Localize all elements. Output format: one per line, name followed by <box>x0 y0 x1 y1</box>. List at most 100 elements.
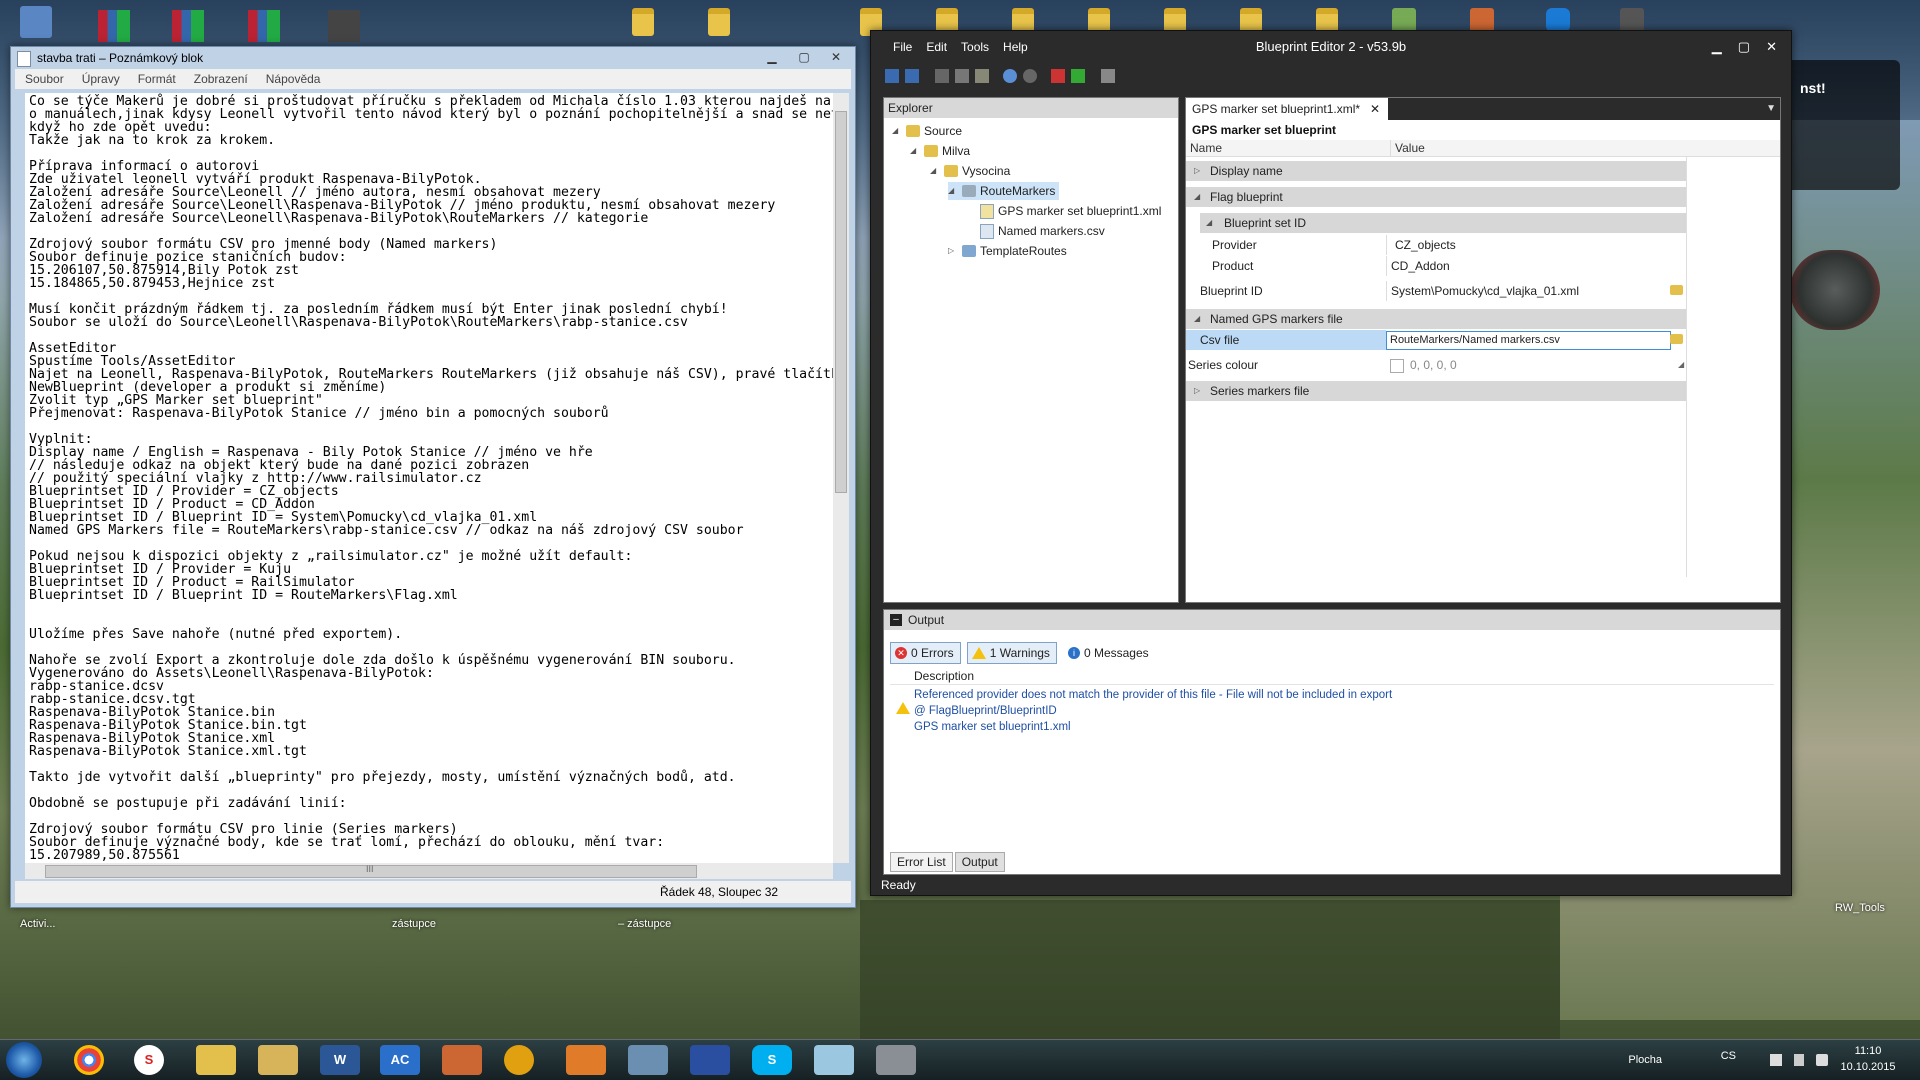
desktop-label-activi[interactable]: Activi... <box>20 918 55 930</box>
prop-flag-blueprint[interactable]: ◢ Flag blueprint <box>1186 187 1686 207</box>
expand-icon[interactable]: ◢ <box>1194 187 1204 207</box>
menu-napoveda[interactable]: Nápověda <box>266 69 321 89</box>
desktop-label-rwtools[interactable]: RW_Tools <box>1835 902 1885 914</box>
collapse-icon[interactable]: – <box>890 614 902 626</box>
expand-icon[interactable]: ◢ <box>948 182 958 200</box>
error-file[interactable]: GPS marker set blueprint1.xml <box>914 721 1071 733</box>
desktop-label-zastupce[interactable]: zástupce <box>392 918 436 930</box>
collapse-icon[interactable]: ▷ <box>1194 381 1204 401</box>
cs-icon[interactable] <box>504 1045 534 1075</box>
settings-icon[interactable] <box>876 1045 916 1075</box>
menu-soubor[interactable]: Soubor <box>25 69 64 89</box>
menu-format[interactable]: Formát <box>138 69 176 89</box>
tree-item-templateroutes[interactable]: ▷ TemplateRoutes <box>948 242 1067 260</box>
export-icon[interactable] <box>1051 69 1065 83</box>
vertical-scrollbar[interactable] <box>833 93 849 863</box>
prop-series-colour[interactable]: Series colour 0, 0, 0, 0 ◢ <box>1186 355 1686 375</box>
tree-item-named-markers[interactable]: Named markers.csv <box>980 222 1105 240</box>
prop-named-gps-markers-file[interactable]: ◢ Named GPS markers file <box>1186 309 1686 329</box>
dropdown-icon[interactable]: ◢ <box>1678 355 1684 375</box>
maximize-button[interactable]: ▢ <box>793 49 815 65</box>
redo-icon[interactable] <box>1023 69 1037 83</box>
blueprint-editor-titlebar[interactable]: File Edit Tools Help Blueprint Editor 2 … <box>871 31 1791 63</box>
close-button[interactable]: ✕ <box>825 49 847 65</box>
browse-folder-icon[interactable] <box>1670 285 1683 295</box>
rw-icon[interactable] <box>442 1045 482 1075</box>
network-icon[interactable] <box>1770 1054 1782 1066</box>
prop-product[interactable]: Product CD_Addon <box>1200 256 1686 276</box>
save-all-icon[interactable] <box>905 69 919 83</box>
plocha-label[interactable]: Plocha <box>1628 1054 1662 1066</box>
tool-icon[interactable] <box>1620 8 1644 32</box>
maximize-button[interactable]: ▢ <box>1738 31 1750 63</box>
prop-blueprint-id[interactable]: Blueprint ID System\Pomucky\cd_vlajka_01… <box>1186 281 1686 301</box>
csv-file-input[interactable]: RouteMarkers/Named markers.csv <box>1386 331 1671 350</box>
errors-filter-button[interactable]: ✕ 0 Errors <box>890 642 961 664</box>
prop-display-name[interactable]: ▷ Display name <box>1186 161 1686 181</box>
expand-icon[interactable]: ◢ <box>1194 309 1204 329</box>
prop-value[interactable]: CZ_objects <box>1386 235 1686 255</box>
tab-dropdown-icon[interactable]: ▼ <box>1766 98 1776 120</box>
clock-time[interactable]: 11:10 <box>1838 1045 1898 1057</box>
undo-icon[interactable] <box>1003 69 1017 83</box>
chrome-icon[interactable] <box>74 1045 104 1075</box>
notepad-window[interactable]: stavba trati – Poznámkový blok ▁ ▢ ✕ Sou… <box>10 46 856 908</box>
prop-blueprint-set-id[interactable]: ◢ Blueprint set ID <box>1200 213 1686 233</box>
tree-item-vysocina[interactable]: ◢ Vysocina <box>930 162 1010 180</box>
collapse-icon[interactable]: ▷ <box>1194 161 1204 181</box>
expand-icon[interactable]: ◢ <box>1206 213 1216 233</box>
prop-value[interactable]: 0, 0, 0, 0 <box>1406 355 1686 375</box>
skype-icon[interactable]: S <box>752 1045 792 1075</box>
blueprint-editor-window[interactable]: File Edit Tools Help Blueprint Editor 2 … <box>870 30 1792 896</box>
notepad-text-area[interactable]: Co se týče Makerů je dobré si proštudova… <box>25 93 833 863</box>
archive-icon[interactable] <box>248 10 280 42</box>
minimize-button[interactable]: ▁ <box>761 49 783 65</box>
expand-icon[interactable]: ◢ <box>892 122 902 140</box>
close-tab-icon[interactable]: ✕ <box>1370 98 1380 120</box>
stop-icon[interactable] <box>1101 69 1115 83</box>
horizontal-scroll-thumb[interactable]: III <box>45 864 697 878</box>
media-icon[interactable] <box>566 1045 606 1075</box>
explorer-icon[interactable] <box>258 1045 298 1075</box>
archive-icon[interactable] <box>172 10 204 42</box>
collapse-icon[interactable]: ▷ <box>948 242 958 260</box>
train-sim-icon[interactable] <box>1392 8 1416 32</box>
tab-output[interactable]: Output <box>954 852 1005 872</box>
copy-icon[interactable] <box>955 69 969 83</box>
warnings-filter-button[interactable]: 1 Warnings <box>966 642 1057 664</box>
prop-series-markers-file[interactable]: ▷ Series markers file <box>1186 381 1686 401</box>
cut-icon[interactable] <box>935 69 949 83</box>
browse-folder-icon[interactable] <box>1670 334 1683 344</box>
teamviewer-icon[interactable] <box>1546 8 1570 32</box>
paste-icon[interactable] <box>975 69 989 83</box>
menu-zobrazeni[interactable]: Zobrazení <box>194 69 248 89</box>
notepad-titlebar[interactable]: stavba trati – Poznámkový blok ▁ ▢ ✕ <box>11 47 855 69</box>
document-tab[interactable]: GPS marker set blueprint1.xml* ✕ <box>1186 98 1389 120</box>
archive-icon[interactable] <box>98 10 130 42</box>
error-message[interactable]: Referenced provider does not match the p… <box>914 689 1392 701</box>
prop-provider[interactable]: Provider CZ_objects <box>1200 235 1686 255</box>
clock-date[interactable]: 10.10.2015 <box>1838 1061 1898 1073</box>
flag-icon[interactable] <box>1794 1054 1804 1066</box>
word-icon[interactable]: W <box>320 1045 360 1075</box>
tree-item-gps-blueprint[interactable]: GPS marker set blueprint1.xml <box>980 202 1161 220</box>
expand-icon[interactable]: ◢ <box>910 142 920 160</box>
tree-item-source[interactable]: ◢ Source <box>892 122 962 140</box>
prop-value[interactable]: System\Pomucky\cd_vlajka_01.xml <box>1386 281 1686 301</box>
book-icon[interactable] <box>1470 8 1494 32</box>
ac-icon[interactable]: AC <box>380 1045 420 1075</box>
tab-error-list[interactable]: Error List <box>890 852 953 872</box>
start-button[interactable] <box>6 1042 42 1078</box>
tool-icon[interactable] <box>628 1045 668 1075</box>
tree-item-routemarkers[interactable]: ◢ RouteMarkers <box>948 182 1060 200</box>
run-icon[interactable] <box>1071 69 1085 83</box>
horizontal-scrollbar[interactable]: III <box>25 863 833 879</box>
folder-icon[interactable] <box>196 1045 236 1075</box>
save-icon[interactable] <box>690 1045 730 1075</box>
desktop-label-zastupce-2[interactable]: – zástupce <box>618 918 671 930</box>
save-icon[interactable] <box>885 69 899 83</box>
s-icon[interactable]: S <box>134 1045 164 1075</box>
computer-icon[interactable] <box>20 6 52 38</box>
menu-upravy[interactable]: Úpravy <box>82 69 120 89</box>
close-button[interactable]: ✕ <box>1766 31 1777 63</box>
